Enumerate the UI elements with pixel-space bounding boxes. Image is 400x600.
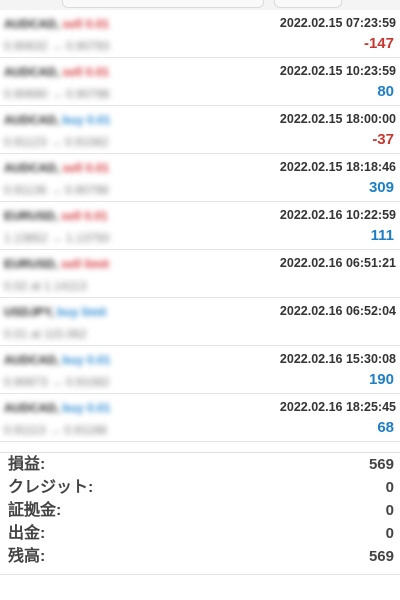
trade-prices: 0.91136 → 0.90798 (4, 183, 109, 197)
divider (0, 574, 400, 575)
trade-row[interactable]: AUDCAD, buy 0.01 0.90873 → 0.91082 2022.0… (0, 346, 400, 394)
summary-label: 残高: (8, 548, 46, 565)
order-prices: 0.01 at 115.062 (4, 327, 87, 341)
summary-label: クレジット: (8, 479, 94, 496)
trade-time: 2022.02.15 10:23:59 (279, 64, 396, 78)
trade-profit: 68 (377, 419, 394, 436)
filter-control[interactable] (62, 0, 264, 8)
trade-side: buy 0.01 (62, 113, 111, 127)
symbol-pair: AUDCAD, (4, 65, 60, 79)
symbol-pair: EURUSD, (4, 209, 59, 223)
summary-row-deposit: 証拠金: 0 (0, 499, 400, 522)
order-symbol: EURUSD, sell limit (4, 257, 128, 271)
symbol-pair: AUDCAD, (4, 353, 60, 367)
summary-label: 損益: (8, 456, 46, 473)
trade-side: buy 0.01 (62, 353, 111, 367)
trade-side: buy 0.01 (62, 401, 111, 415)
period-control[interactable] (274, 0, 342, 8)
trade-symbol: AUDCAD, sell 0.01 (4, 65, 128, 79)
order-side: sell limit (61, 257, 110, 271)
trade-prices: 0.91113 → 0.91188 (4, 423, 107, 437)
symbol-pair: AUDCAD, (4, 401, 60, 415)
trade-history-screen: AUDCAD, sell 0.01 0.90632 → 0.90793 2022.… (0, 0, 400, 600)
trade-symbol: AUDCAD, buy 0.01 (4, 113, 128, 127)
trade-time: 2022.02.15 18:18:46 (279, 160, 396, 174)
trade-row[interactable]: EURUSD, sell 0.01 1.13852 → 1.13750 2022.… (0, 202, 400, 250)
trade-symbol: AUDCAD, buy 0.01 (4, 353, 128, 367)
summary-row-withdrawal: 出金: 0 (0, 522, 400, 545)
trade-row[interactable]: AUDCAD, sell 0.01 0.90632 → 0.90793 2022.… (0, 10, 400, 58)
trade-side: sell 0.01 (62, 17, 110, 31)
trade-time: 2022.02.16 18:25:45 (279, 400, 396, 414)
summary-value: 569 (368, 548, 394, 565)
trade-list: AUDCAD, sell 0.01 0.90632 → 0.90793 2022.… (0, 10, 400, 442)
symbol-pair: AUDCAD, (4, 17, 60, 31)
summary-label: 証拠金: (8, 502, 62, 519)
trade-row[interactable]: AUDCAD, sell 0.01 0.90690 → 0.90798 2022.… (0, 58, 400, 106)
summary-row-credit: クレジット: 0 (0, 476, 400, 499)
summary-label: 出金: (8, 525, 46, 542)
order-prices: 0.02 at 1.14113 (4, 279, 87, 293)
symbol-pair: AUDCAD, (4, 161, 60, 175)
symbol-pair: EURUSD, (4, 257, 59, 271)
trade-profit: -147 (363, 35, 394, 52)
trade-row[interactable]: AUDCAD, sell 0.01 0.91136 → 0.90798 2022.… (0, 154, 400, 202)
trade-side: sell 0.01 (62, 161, 110, 175)
trade-prices: 0.90873 → 0.91082 (4, 375, 110, 389)
trade-prices: 0.91123 → 0.91082 (4, 135, 109, 149)
trade-prices: 0.90632 → 0.90793 (4, 39, 110, 53)
trade-side: sell 0.01 (62, 65, 110, 79)
trade-time: 2022.02.15 07:23:59 (279, 16, 396, 30)
trade-profit: 190 (368, 371, 394, 388)
order-time: 2022.02.16 06:51:21 (279, 256, 396, 270)
trade-prices: 0.90690 → 0.90798 (4, 87, 110, 101)
trade-profit: -37 (372, 131, 394, 148)
trade-profit: 111 (370, 227, 394, 244)
symbol-pair: AUDCAD, (4, 113, 60, 127)
summary-value: 0 (385, 525, 394, 542)
trade-symbol: AUDCAD, sell 0.01 (4, 161, 128, 175)
summary-value: 569 (368, 456, 394, 473)
trade-time: 2022.02.15 18:00:00 (279, 112, 396, 126)
trade-time: 2022.02.16 10:22:59 (279, 208, 396, 222)
order-row[interactable]: EURUSD, sell limit 0.02 at 1.14113 2022.0… (0, 250, 400, 298)
order-row[interactable]: USDJPY, buy limit 0.01 at 115.062 2022.02… (0, 298, 400, 346)
trade-symbol: AUDCAD, buy 0.01 (4, 401, 128, 415)
symbol-pair: USDJPY, (4, 305, 55, 319)
account-summary: 損益: 569 クレジット: 0 証拠金: 0 出金: 0 残高: 569 (0, 452, 400, 568)
trade-prices: 1.13852 → 1.13750 (4, 231, 110, 245)
trade-side: sell 0.01 (61, 209, 108, 223)
order-side: buy limit (57, 305, 107, 319)
order-symbol: USDJPY, buy limit (4, 305, 128, 319)
trade-time: 2022.02.16 15:30:08 (279, 352, 396, 366)
trade-symbol: EURUSD, sell 0.01 (4, 209, 128, 223)
trade-profit: 309 (368, 179, 394, 196)
trade-profit: 80 (377, 83, 394, 100)
summary-value: 0 (385, 479, 394, 496)
summary-row-profit: 損益: 569 (0, 453, 400, 476)
trade-row[interactable]: AUDCAD, buy 0.01 0.91113 → 0.91188 2022.0… (0, 394, 400, 442)
toolbar-remnant (0, 0, 400, 10)
summary-value: 0 (385, 502, 394, 519)
summary-row-balance: 残高: 569 (0, 545, 400, 568)
trade-row[interactable]: AUDCAD, buy 0.01 0.91123 → 0.91082 2022.0… (0, 106, 400, 154)
trade-symbol: AUDCAD, sell 0.01 (4, 17, 128, 31)
order-time: 2022.02.16 06:52:04 (279, 304, 396, 318)
